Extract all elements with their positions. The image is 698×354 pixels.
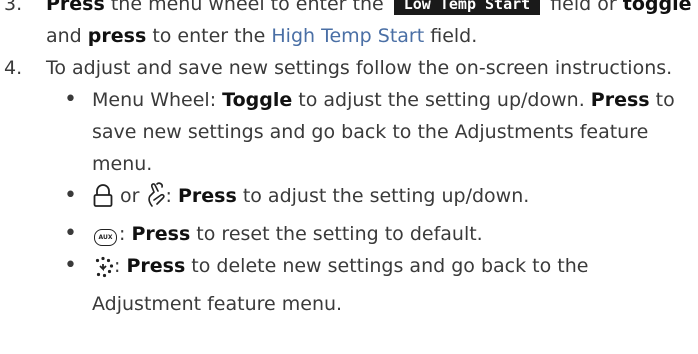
step-4: 4. To adjust and save new settings follo…: [0, 52, 698, 84]
bullet-lock-swipe: • or : Press to adjust the setting up/do…: [0, 180, 698, 218]
press-keyword: press: [87, 25, 147, 47]
colon-text: :: [119, 223, 132, 245]
bullet-text: to adjust the setting up/down.: [292, 89, 591, 111]
bullet-dot: •: [64, 253, 77, 278]
step-text: field or: [544, 0, 623, 15]
bullet-text: to adjust the setting up/down.: [236, 185, 530, 207]
press-keyword: Press: [46, 0, 105, 15]
bullet-dot: •: [64, 183, 77, 208]
or-text: or: [114, 185, 146, 207]
lock-icon: [92, 184, 114, 218]
step-number: 4.: [4, 57, 23, 79]
press-keyword: Press: [131, 223, 191, 245]
toggle-keyword: toggle: [622, 0, 692, 15]
step-3: 3. Press the menu wheel to enter the Low…: [0, 0, 698, 52]
step-text: the menu wheel to enter the: [104, 0, 390, 15]
bullet-menu-wheel: • Menu Wheel: Toggle to adjust the setti…: [0, 84, 698, 180]
high-temp-start-link[interactable]: High Temp Start: [271, 25, 424, 47]
aux-button-icon: AUX: [94, 229, 117, 246]
bullet-back: • : Press to delete new settings and go …: [0, 250, 698, 320]
step-text: and: [46, 25, 88, 47]
press-keyword: Press: [177, 185, 237, 207]
low-temp-start-field-label: Low Temp Start: [393, 0, 541, 15]
bullet-dot: •: [64, 221, 77, 246]
bullet-text: to reset the setting to default.: [190, 223, 483, 245]
toggle-keyword: Toggle: [222, 89, 293, 111]
bullet-aux: • AUX: Press to reset the setting to def…: [0, 218, 698, 250]
press-keyword: Press: [126, 255, 186, 277]
step-text: To adjust and save new settings follow t…: [46, 57, 673, 79]
bullet-dot: •: [64, 87, 77, 112]
press-keyword: Press: [590, 89, 650, 111]
dotted-back-arrow-icon: [92, 256, 114, 288]
hand-swipe-icon: [146, 182, 166, 218]
colon-text: :: [165, 185, 178, 207]
instructions: 3. Press the menu wheel to enter the Low…: [0, 0, 698, 320]
bullet-label: Menu Wheel:: [92, 89, 223, 111]
step-text: to enter the: [146, 25, 272, 47]
step-number: 3.: [4, 0, 23, 15]
colon-text: :: [114, 255, 127, 277]
step-text: field.: [424, 25, 478, 47]
